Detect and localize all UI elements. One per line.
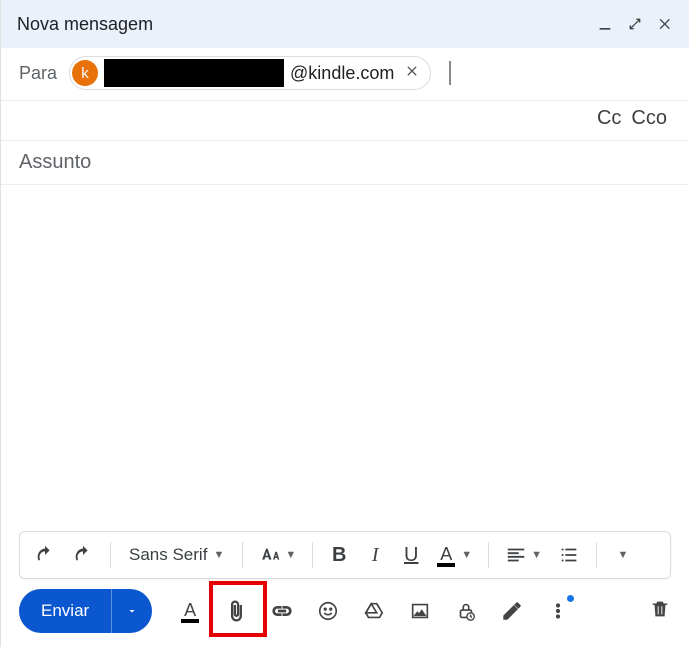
bcc-button[interactable]: Cco bbox=[631, 107, 667, 130]
italic-button[interactable]: I bbox=[361, 539, 389, 571]
redacted-email bbox=[104, 59, 284, 87]
insert-drive-button[interactable] bbox=[356, 593, 392, 629]
caret-down-icon: ▼ bbox=[531, 549, 542, 561]
divider bbox=[596, 542, 597, 568]
undo-icon[interactable] bbox=[30, 539, 60, 571]
caret-down-icon: ▼ bbox=[461, 549, 472, 561]
bold-button[interactable]: B bbox=[325, 539, 353, 571]
notification-dot bbox=[567, 595, 574, 602]
recipients-row[interactable]: Para k @kindle.com bbox=[1, 48, 689, 101]
expand-icon[interactable] bbox=[627, 16, 643, 32]
caret-down-icon: ▼ bbox=[618, 549, 629, 561]
minimize-icon[interactable] bbox=[597, 16, 613, 32]
recipient-chip[interactable]: k @kindle.com bbox=[69, 56, 431, 90]
more-format-button[interactable]: ▼ bbox=[609, 539, 637, 571]
to-label: Para bbox=[19, 63, 57, 84]
caret-down-icon: ▼ bbox=[213, 549, 224, 561]
compose-header: Nova mensagem bbox=[1, 0, 689, 48]
divider bbox=[110, 542, 111, 568]
remove-recipient-icon[interactable] bbox=[400, 63, 424, 84]
more-options-button[interactable] bbox=[540, 593, 576, 629]
insert-link-button[interactable] bbox=[264, 593, 300, 629]
attach-file-button[interactable] bbox=[218, 593, 254, 629]
underline-button[interactable]: U bbox=[397, 539, 425, 571]
send-options-button[interactable] bbox=[111, 589, 152, 633]
compose-title: Nova mensagem bbox=[17, 14, 153, 35]
cc-bcc-row: Cc Cco bbox=[1, 101, 689, 141]
font-name-label: Sans Serif bbox=[129, 545, 207, 565]
caret-down-icon: ▼ bbox=[285, 549, 296, 561]
send-button-group: Enviar bbox=[19, 589, 152, 633]
insert-signature-button[interactable] bbox=[494, 593, 530, 629]
confidential-mode-button[interactable] bbox=[448, 593, 484, 629]
insert-photo-button[interactable] bbox=[402, 593, 438, 629]
discard-draft-button[interactable] bbox=[649, 598, 671, 625]
font-select[interactable]: Sans Serif ▼ bbox=[123, 539, 230, 571]
divider bbox=[242, 542, 243, 568]
recipient-domain: @kindle.com bbox=[290, 63, 394, 84]
compose-tools: A bbox=[172, 593, 576, 629]
send-button[interactable]: Enviar bbox=[19, 589, 111, 633]
text-color-button[interactable]: A ▼ bbox=[433, 539, 476, 571]
formatting-toolbar: Sans Serif ▼ ▼ B I U A ▼ ▼ ▼ bbox=[19, 531, 671, 579]
subject-input[interactable] bbox=[19, 151, 671, 174]
redo-icon[interactable] bbox=[68, 539, 98, 571]
cc-button[interactable]: Cc bbox=[597, 107, 621, 130]
formatting-toggle-button[interactable]: A bbox=[172, 593, 208, 629]
window-controls bbox=[597, 16, 673, 32]
message-body[interactable] bbox=[1, 185, 689, 531]
close-icon[interactable] bbox=[657, 16, 673, 32]
subject-row bbox=[1, 141, 689, 185]
avatar: k bbox=[72, 60, 98, 86]
action-row: Enviar A bbox=[1, 589, 689, 647]
text-cursor bbox=[449, 61, 451, 85]
align-button[interactable]: ▼ bbox=[501, 539, 546, 571]
divider bbox=[488, 542, 489, 568]
compose-window: Nova mensagem Para k @kindle.com Cc Cc bbox=[0, 0, 689, 647]
font-size-button[interactable]: ▼ bbox=[255, 539, 300, 571]
divider bbox=[312, 542, 313, 568]
list-button[interactable] bbox=[554, 539, 584, 571]
insert-emoji-button[interactable] bbox=[310, 593, 346, 629]
